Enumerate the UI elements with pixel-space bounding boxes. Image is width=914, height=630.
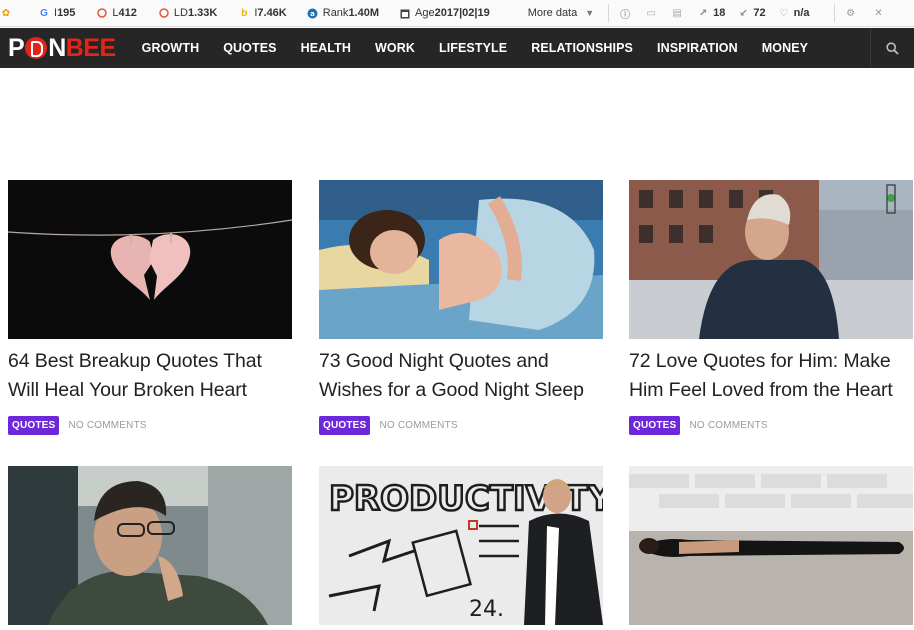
- article-title[interactable]: 73 Good Night Quotes and Wishes for a Go…: [319, 347, 603, 405]
- article-thumbnail[interactable]: PRODUCTIVITY 24.: [319, 466, 603, 625]
- external-link-icon: ↗: [698, 7, 708, 19]
- bing-icon: b: [241, 7, 248, 19]
- stat-label: LD: [173, 7, 188, 19]
- article-card: 73 Good Night Quotes and Wishes for a Go…: [319, 180, 603, 435]
- article-thumbnail[interactable]: [8, 180, 292, 339]
- stat-value: 1.33K: [187, 7, 218, 19]
- logo-text: BEE: [65, 34, 116, 62]
- google-icon: G: [40, 7, 48, 19]
- more-data-label: More data: [527, 7, 578, 19]
- settings-button[interactable]: ⚙: [845, 7, 861, 19]
- internal-links-stat[interactable]: ↙ 72: [737, 7, 765, 19]
- stat-value: 195: [57, 7, 76, 19]
- heart-icon: ♡: [779, 7, 789, 19]
- circle-icon: [158, 7, 170, 19]
- nav-health[interactable]: HEALTH: [301, 41, 351, 55]
- nav-quotes[interactable]: QUOTES: [223, 41, 276, 55]
- monitor-icon: ▭: [646, 7, 656, 19]
- search-button[interactable]: [870, 28, 914, 68]
- stat-value: 18: [713, 7, 726, 19]
- article-card: PRODUCTIVITY 24.: [319, 466, 603, 625]
- logo-letter: N: [48, 34, 66, 62]
- info-button[interactable]: ⓘ: [619, 7, 635, 21]
- article-title[interactable]: 64 Best Breakup Quotes That Will Heal Yo…: [8, 347, 292, 405]
- category-badge[interactable]: QUOTES: [629, 416, 681, 435]
- extension-icon[interactable]: ✿: [0, 7, 12, 19]
- nofollow-stat[interactable]: ♡ n/a: [778, 7, 810, 19]
- nav-lifestyle[interactable]: LIFESTYLE: [439, 41, 507, 55]
- article-thumbnail[interactable]: [629, 466, 913, 625]
- stat-value: 72: [753, 7, 766, 19]
- article-card: [629, 466, 913, 625]
- seo-toolbar: ✿ G I 195 L 412 LD 1.33K b I 7.46K a Rank 1.4…: [0, 0, 914, 27]
- category-badge[interactable]: QUOTES: [8, 416, 60, 435]
- nav-growth[interactable]: GROWTH: [142, 41, 200, 55]
- extension-icon-item[interactable]: ✿: [0, 7, 16, 19]
- info-icon: ⓘ: [620, 9, 631, 21]
- links-stat[interactable]: L 412: [96, 7, 137, 19]
- category-badge[interactable]: QUOTES: [319, 416, 371, 435]
- close-icon: ✕: [874, 7, 883, 19]
- nav-work[interactable]: WORK: [375, 41, 415, 55]
- search-icon: [886, 41, 899, 55]
- article-meta: QUOTES NO COMMENTS: [319, 416, 603, 435]
- linking-domains-stat[interactable]: LD 1.33K: [158, 7, 217, 19]
- nav-inspiration[interactable]: INSPIRATION: [657, 41, 738, 55]
- nav-relationships[interactable]: RELATIONSHIPS: [531, 41, 633, 55]
- calendar-icon: [399, 7, 411, 19]
- main-menu: GROWTH QUOTES HEALTH WORK LIFESTYLE RELA…: [142, 41, 832, 55]
- stat-value: 1.40M: [348, 7, 380, 19]
- article-meta: QUOTES NO COMMENTS: [8, 416, 292, 435]
- site-navbar: P N BEE GROWTH QUOTES HEALTH WORK LIFEST…: [0, 28, 914, 68]
- article-title[interactable]: 72 Love Quotes for Him: Make Him Feel Lo…: [629, 347, 913, 405]
- divider: [833, 4, 835, 22]
- google-index-stat[interactable]: G I 195: [38, 7, 75, 19]
- bing-index-stat[interactable]: b I 7.46K: [238, 7, 286, 19]
- stat-value: 7.46K: [257, 7, 287, 19]
- divider: [608, 4, 610, 22]
- page-icon: ▤: [672, 7, 682, 19]
- article-thumbnail[interactable]: [629, 180, 913, 339]
- comment-count[interactable]: NO COMMENTS: [689, 420, 767, 431]
- article-thumbnail[interactable]: [319, 180, 603, 339]
- svg-text:24.: 24.: [469, 597, 504, 622]
- logo-letter: P: [8, 34, 25, 62]
- more-data-dropdown[interactable]: More data ▼: [528, 7, 594, 19]
- external-links-stat[interactable]: ↗ 18: [697, 7, 725, 19]
- svg-text:a: a: [310, 10, 315, 18]
- circle-icon: [96, 7, 108, 19]
- page-button[interactable]: ▤: [671, 7, 687, 19]
- article-thumbnail[interactable]: [8, 466, 292, 625]
- article-meta: QUOTES NO COMMENTS: [629, 416, 913, 435]
- article-card: 72 Love Quotes for Him: Make Him Feel Lo…: [629, 180, 913, 435]
- article-card: [8, 466, 292, 625]
- stat-value: 2017|02|19: [434, 7, 490, 19]
- age-stat[interactable]: Age 2017|02|19: [399, 7, 490, 19]
- density-button[interactable]: ▭: [645, 7, 661, 19]
- comment-count[interactable]: NO COMMENTS: [68, 420, 146, 431]
- logo-mark-icon: [25, 37, 48, 59]
- chevron-down-icon: ▼: [585, 8, 595, 18]
- stat-value: n/a: [793, 7, 810, 19]
- gear-icon: ⚙: [846, 7, 856, 19]
- stat-label: Rank: [322, 7, 349, 19]
- rank-stat[interactable]: a Rank 1.40M: [307, 7, 379, 19]
- nav-money[interactable]: MONEY: [762, 41, 808, 55]
- comment-count[interactable]: NO COMMENTS: [379, 420, 457, 431]
- site-logo[interactable]: P N BEE: [8, 28, 116, 68]
- stat-value: 412: [118, 7, 137, 19]
- stat-label: Age: [415, 7, 435, 19]
- internal-link-icon: ↙: [739, 7, 748, 19]
- close-button[interactable]: ✕: [873, 7, 889, 19]
- alexa-icon: a: [307, 7, 319, 19]
- article-card: 64 Best Breakup Quotes That Will Heal Yo…: [8, 180, 292, 435]
